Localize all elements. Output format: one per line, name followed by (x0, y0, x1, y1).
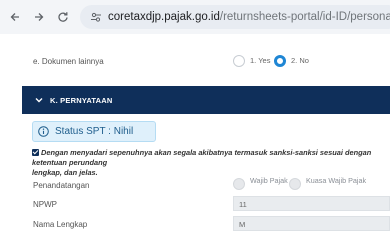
browser-toolbar: coretaxdjp.pajak.go.id/returnsheets-port… (0, 0, 390, 34)
dokumen-lainnya-row: e. Dokumen lainnya 1. Yes 2. No (33, 52, 390, 72)
forward-arrow-icon[interactable] (30, 8, 48, 26)
radio-wajib-pajak-label: Wajib Pajak (250, 176, 288, 185)
nama-lengkap-label: Nama Lengkap (33, 220, 88, 229)
declaration-line-1: Dengan menyadari sepenuhnya akan segala … (32, 148, 372, 167)
info-icon (38, 126, 49, 137)
declaration-text: Dengan menyadari sepenuhnya akan segala … (32, 148, 390, 178)
reload-icon[interactable] (54, 8, 72, 26)
site-settings-icon[interactable] (90, 11, 102, 23)
status-badge: Status SPT : Nihil (32, 121, 156, 142)
section-header-pernyataan[interactable]: K. PERNYATAAN (22, 86, 390, 114)
section-title: K. PERNYATAAN (50, 95, 113, 105)
url-host: coretaxdjp.pajak.go.id (108, 11, 220, 23)
radio-wajib-pajak[interactable] (233, 178, 245, 190)
radio-kuasa-wajib-pajak[interactable] (289, 178, 301, 190)
back-arrow-icon[interactable] (6, 8, 24, 26)
radio-no-label: 2. No (291, 56, 309, 65)
radio-yes-label: 1. Yes (250, 56, 271, 65)
npwp-field[interactable]: 11 (233, 196, 390, 211)
radio-kuasa-wajib-pajak-label: Kuasa Wajib Pajak (306, 176, 367, 185)
nama-lengkap-row: Nama Lengkap M (33, 216, 390, 232)
nama-lengkap-field[interactable]: M (233, 216, 390, 231)
address-bar[interactable]: coretaxdjp.pajak.go.id/returnsheets-port… (80, 5, 390, 29)
radio-yes[interactable] (233, 55, 245, 67)
npwp-row: NPWP 11 (33, 196, 390, 212)
radio-no[interactable] (274, 55, 286, 67)
form-page: e. Dokumen lainnya 1. Yes 2. No K. PERNY… (0, 34, 390, 231)
penandatangan-label: Penandatangan (33, 181, 90, 190)
dokumen-lainnya-label: e. Dokumen lainnya (33, 57, 104, 66)
npwp-label: NPWP (33, 200, 57, 209)
declaration-checkbox[interactable] (32, 149, 39, 156)
url-path: /returnsheets-portal/id-ID/personal-inco… (219, 11, 390, 23)
chevron-down-icon[interactable] (34, 95, 44, 105)
status-text: Status SPT : Nihil (55, 126, 134, 137)
penandatangan-row: Penandatangan Wajib Pajak Kuasa Wajib Pa… (33, 176, 390, 192)
